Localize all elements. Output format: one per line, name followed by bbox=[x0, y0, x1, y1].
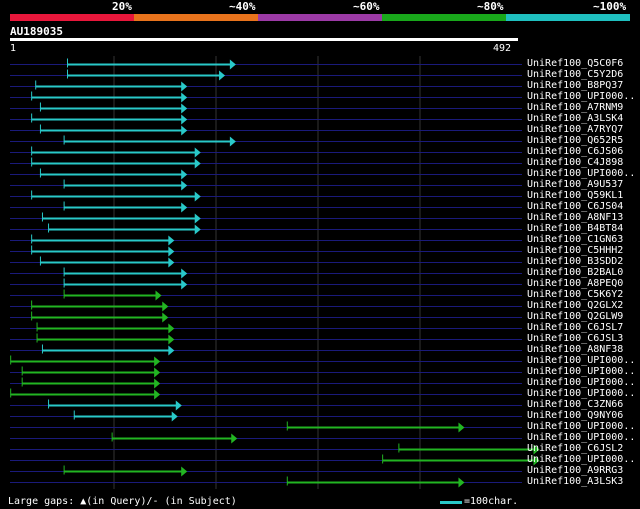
hit-alignment-bar[interactable] bbox=[21, 366, 161, 378]
hit-name-link[interactable]: UniRef100_A7RNM9 bbox=[527, 102, 623, 113]
hit-alignment-bar[interactable] bbox=[63, 289, 162, 301]
hit-name-link[interactable]: UniRef100_B8PQ37 bbox=[527, 80, 623, 91]
hit-name-link[interactable]: UniRef100_C3ZN66 bbox=[527, 399, 623, 410]
hit-name-link[interactable]: UniRef100_Q2GLX2 bbox=[527, 300, 623, 311]
hit-alignment-bar[interactable] bbox=[35, 80, 188, 92]
hit-name-link[interactable]: UniRef100_C4J898 bbox=[527, 157, 623, 168]
hit-name-link[interactable]: UniRef100_C5K6Y2 bbox=[527, 289, 623, 300]
hit-alignment-bar[interactable] bbox=[63, 201, 188, 213]
hit-alignment-bar[interactable] bbox=[286, 421, 465, 433]
hit-name-link[interactable]: UniRef100_C6JS04 bbox=[527, 201, 623, 212]
hit-name-link[interactable]: UniRef100_UPI000.. bbox=[527, 168, 635, 179]
hit-name-link[interactable]: UniRef100_C5HHH2 bbox=[527, 245, 623, 256]
hit-alignment-bar[interactable] bbox=[31, 157, 201, 169]
hit-alignment-bar[interactable] bbox=[63, 267, 188, 279]
hit-name-link[interactable]: UniRef100_A7RYQ7 bbox=[527, 124, 623, 135]
gaps-legend: Large gaps: ▲(in Query)/- (in Subject) bbox=[8, 496, 237, 507]
hit-name-link[interactable]: UniRef100_A9U537 bbox=[527, 179, 623, 190]
hit-alignment-bar[interactable] bbox=[21, 377, 161, 389]
hit-alignment-bar[interactable] bbox=[31, 190, 201, 202]
hit-alignment-bar[interactable] bbox=[111, 432, 238, 444]
hit-alignment-bar[interactable] bbox=[286, 476, 465, 488]
hit-name-link[interactable]: UniRef100_Q2GLW9 bbox=[527, 311, 623, 322]
hit-name-link[interactable]: UniRef100_UPI000.. bbox=[527, 366, 635, 377]
hit-alignment-bar[interactable] bbox=[31, 311, 169, 323]
hit-name-link[interactable]: UniRef100_B3SDD2 bbox=[527, 256, 623, 267]
hit-name-link[interactable]: UniRef100_C1GN63 bbox=[527, 234, 623, 245]
hit-name-link[interactable]: UniRef100_Q9NY06 bbox=[527, 410, 623, 421]
hit-alignment-bar[interactable] bbox=[31, 245, 175, 257]
hit-alignment-bar[interactable] bbox=[31, 300, 169, 312]
hit-name-link[interactable]: UniRef100_UPI000.. bbox=[527, 421, 635, 432]
hit-alignment-bar[interactable] bbox=[48, 399, 182, 411]
hit-name-link[interactable]: UniRef100_A8PEQ0 bbox=[527, 278, 623, 289]
hit-name-link[interactable]: UniRef100_UPI000.. bbox=[527, 454, 635, 465]
hit-alignment-bar[interactable] bbox=[39, 256, 175, 268]
hit-name-link[interactable]: UniRef100_UPI000.. bbox=[527, 355, 635, 366]
hit-alignment-bar[interactable] bbox=[382, 454, 540, 466]
hit-alignment-bar[interactable] bbox=[41, 212, 201, 224]
hit-alignment-bar[interactable] bbox=[36, 333, 175, 345]
hit-alignment-bar[interactable] bbox=[73, 410, 178, 422]
scale-legend-swatch bbox=[440, 501, 462, 504]
hit-name-link[interactable]: UniRef100_Q652R5 bbox=[527, 135, 623, 146]
hit-alignment-bar[interactable] bbox=[10, 355, 161, 367]
hit-name-link[interactable]: UniRef100_C5Y2D6 bbox=[527, 69, 623, 80]
hit-alignment-bar[interactable] bbox=[63, 465, 188, 477]
hit-name-link[interactable]: UniRef100_A8NF38 bbox=[527, 344, 623, 355]
hit-alignment-bar[interactable] bbox=[63, 278, 188, 290]
hit-name-link[interactable]: UniRef100_B2BAL0 bbox=[527, 267, 623, 278]
hit-name-link[interactable]: UniRef100_C6JSL2 bbox=[527, 443, 623, 454]
hit-name-link[interactable]: UniRef100_A9RRG3 bbox=[527, 465, 623, 476]
hit-name-link[interactable]: UniRef100_Q5C0F6 bbox=[527, 58, 623, 69]
hit-alignment-bar[interactable] bbox=[63, 179, 188, 191]
hit-alignment-bar[interactable] bbox=[41, 344, 175, 356]
hit-name-link[interactable]: UniRef100_UPI000.. bbox=[527, 388, 635, 399]
hit-name-link[interactable]: UniRef100_C6JSL3 bbox=[527, 333, 623, 344]
hit-alignment-bar[interactable] bbox=[10, 388, 161, 400]
hit-alignment-bar[interactable] bbox=[31, 146, 201, 158]
hit-alignment-bar[interactable] bbox=[66, 69, 226, 81]
hit-name-link[interactable]: UniRef100_C6JSL7 bbox=[527, 322, 623, 333]
scale-legend: =100char. bbox=[464, 496, 519, 507]
hit-alignment-bar[interactable] bbox=[31, 234, 175, 246]
hit-alignment-bar[interactable] bbox=[31, 91, 188, 103]
hit-alignment-bar[interactable] bbox=[63, 135, 236, 147]
hit-name-link[interactable]: UniRef100_A8NF13 bbox=[527, 212, 623, 223]
hit-name-link[interactable]: UniRef100_C6JS06 bbox=[527, 146, 623, 157]
hit-alignment-bar[interactable] bbox=[66, 58, 236, 70]
hit-name-link[interactable]: UniRef100_UPI000.. bbox=[527, 377, 635, 388]
hit-name-link[interactable]: UniRef100_A3LSK3 bbox=[527, 476, 623, 487]
hit-name-link[interactable]: UniRef100_UPI000.. bbox=[527, 91, 635, 102]
hit-alignment-bar[interactable] bbox=[31, 113, 188, 125]
hit-name-link[interactable]: UniRef100_UPI000.. bbox=[527, 432, 635, 443]
hit-name-link[interactable]: UniRef100_Q59KL1 bbox=[527, 190, 623, 201]
hit-alignment-bar[interactable] bbox=[48, 223, 201, 235]
hit-name-link[interactable]: UniRef100_A3LSK4 bbox=[527, 113, 623, 124]
hit-name-link[interactable]: UniRef100_B4BT84 bbox=[527, 223, 623, 234]
hit-alignment-bar[interactable] bbox=[36, 322, 175, 334]
